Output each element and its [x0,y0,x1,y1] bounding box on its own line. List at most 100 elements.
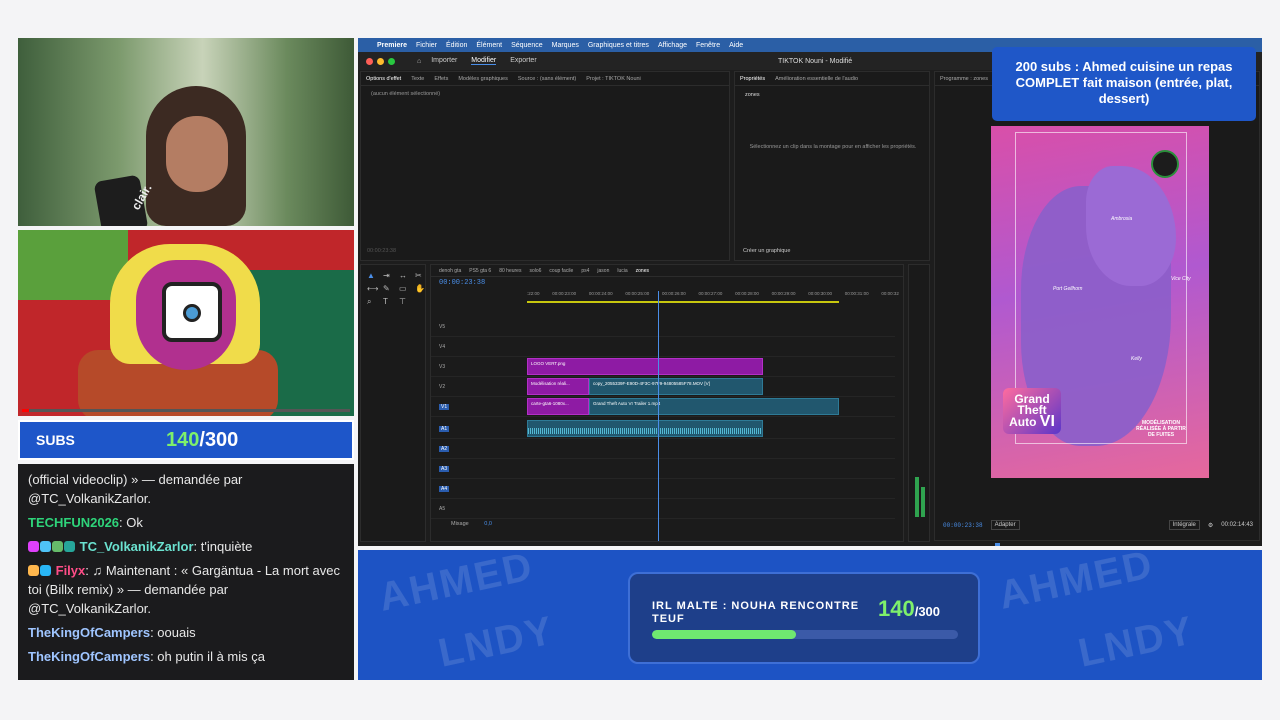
menu-item-view[interactable]: Affichage [658,42,687,49]
program-timecode[interactable]: 00:00:23:38 [943,522,983,529]
tab-export[interactable]: Exporter [510,57,536,65]
minimize-icon[interactable] [377,57,384,65]
seq-tab[interactable]: solo6 [529,268,541,274]
wrench-icon[interactable]: ⚙ [1208,522,1213,529]
menu-item-app[interactable]: Premiere [377,42,407,49]
menu-item-window[interactable]: Fenêtre [696,42,720,49]
watermark: LNDY [434,608,559,676]
gta-logo: Grand Theft Auto VI [1003,388,1061,434]
ripple-edit-icon[interactable]: ↔ [399,271,411,280]
video-progress-bar[interactable] [22,409,350,412]
tab-properties[interactable]: Propriétés [740,76,765,82]
seq-tab[interactable]: jason [597,268,609,274]
selection-tool-icon[interactable]: ▲ [367,271,379,280]
work-area-bar[interactable] [527,301,839,303]
tab-essential-audio[interactable]: Amélioration essentielle de l'audio [775,76,858,82]
menu-item-sequence[interactable]: Séquence [511,42,543,49]
badge-icon [28,541,39,552]
seq-tab[interactable]: 80 heures [499,268,521,274]
quality-select[interactable]: Intégrale [1168,520,1200,530]
clip-logo[interactable]: LOGO VERT.png [527,358,763,375]
watermark: LNDY [1074,608,1199,676]
window-title: TIKTOK Nouni - Modifié [778,57,853,65]
menu-item-edit[interactable]: Édition [446,42,467,49]
tab-program[interactable]: Programme : zones [940,76,988,82]
chat-message: TheKingOfCampers: oouais [28,623,344,642]
chat-username[interactable]: TECHFUN2026 [28,515,119,530]
menu-item-help[interactable]: Aide [729,42,743,49]
menu-item-clip[interactable]: Élément [476,42,502,49]
type-icon[interactable]: T [383,297,395,307]
clip-copy[interactable]: copy_2055339F-E90D-4F3C-97F9-94805585F78… [589,378,763,395]
tab-effects[interactable]: Effets [434,76,448,82]
seq-tab[interactable]: coup facile [549,268,573,274]
chat-username[interactable]: TheKingOfCampers [28,649,150,664]
clip-carte[interactable]: carte-gta6-1080x... [527,398,589,415]
seq-tab[interactable]: lucia [617,268,627,274]
tab-source[interactable]: Source : (sans élément) [518,76,576,82]
effect-controls-panel: Options d'effet Texte Effets Modèles gra… [360,71,730,261]
track-select-icon[interactable]: ⇥ [383,271,395,280]
hand-icon[interactable]: ✋ [415,284,427,293]
track-a3[interactable]: A3 [431,461,895,479]
rect-icon[interactable]: ▭ [399,284,411,293]
tab-text[interactable]: Texte [411,76,424,82]
close-icon[interactable] [366,57,373,65]
seq-tab[interactable]: ps4 [581,268,589,274]
map-city: Vice City [1171,276,1191,282]
duration: 00:02:14:43 [1221,522,1253,528]
irl-title: IRL MALTE : NOUHA RENCONTRE TEUF [652,600,860,625]
watermark: AHMED [995,550,1158,618]
slip-icon[interactable]: ⟷ [367,284,379,293]
tab-effect-options[interactable]: Options d'effet [366,76,401,82]
tab-import[interactable]: Importer [431,57,457,65]
tab-graphic-templates[interactable]: Modèles graphiques [458,76,508,82]
window-controls [366,57,395,65]
create-graphic-button[interactable]: Créer un graphique [743,248,790,254]
mix-label: Mixage 0,0 [451,521,492,527]
irl-progress-bar [652,630,958,639]
chat-username[interactable]: TheKingOfCampers [28,625,150,640]
chat-message-text: : t'inquiète [193,539,253,554]
time-ruler[interactable]: :22:00 00:00:23:00 00:00:24:00 00:00:25:00 0… [527,291,899,299]
badge-icon [40,565,51,576]
seq-tab[interactable]: denoh gta [439,268,461,274]
track-a5[interactable]: A5 [431,501,895,519]
razor-icon[interactable]: ✂ [415,271,427,280]
chat-username[interactable]: TC_VolkanikZarlor [80,539,194,554]
program-preview[interactable]: Ambrosia Port Gellhorn Vice City Kelly G… [991,126,1209,478]
subs-label: SUBS [36,432,75,448]
bottom-banner: AHMED LNDY AHMED LNDY IRL MALTE : NOUHA … [358,550,1262,680]
irl-goal-card: IRL MALTE : NOUHA RENCONTRE TEUF 140/300 [628,572,980,664]
clip-modelisation[interactable]: Modélisation réali... [527,378,589,395]
clip-trailer[interactable]: Grand Theft Auto VI Trailer 1.mp4 [589,398,839,415]
tab-edit[interactable]: Modifier [471,57,497,65]
track-a2[interactable]: A2 [431,441,895,459]
goal-card: 200 subs : Ahmed cuisine un repas COMPLE… [992,47,1256,121]
video-player[interactable] [18,230,354,416]
track-v4[interactable]: V4 [431,339,895,357]
pen-icon[interactable]: ✎ [383,284,395,293]
program-monitor: Programme : zones Ambrosia Port Gellhorn… [934,71,1260,546]
maximize-icon[interactable] [388,57,395,65]
fit-select[interactable]: Adapter [990,520,1020,530]
zoom-icon[interactable]: ⌕ [367,297,379,307]
clip-audio[interactable] [527,420,763,437]
seq-tab[interactable]: PS5 gta 6 [469,268,491,274]
track-v5[interactable]: V5 [431,319,895,337]
chat-username[interactable]: Filyx [56,563,86,578]
tab-project[interactable]: Projet : TIKTOK Nouni [586,76,641,82]
effect-timecode: 00:00:23:38 [367,248,397,254]
timeline-timecode[interactable]: 00:00:23:38 [439,279,485,287]
chat-message-text: (official videoclip) » — demandée par @T… [28,472,243,506]
menu-item-file[interactable]: Fichier [416,42,437,49]
seq-tab-active[interactable]: zones [636,268,649,274]
marker-icon[interactable]: ⊤ [399,297,411,307]
menu-item-markers[interactable]: Marques [552,42,579,49]
irl-progress-fill [652,630,796,639]
menu-item-graphics[interactable]: Graphiques et titres [588,42,649,49]
playhead[interactable] [658,291,659,541]
home-icon[interactable]: ⌂ [417,58,421,65]
chat-panel: (official videoclip) » — demandée par @T… [18,464,354,680]
track-a4[interactable]: A4 [431,481,895,499]
